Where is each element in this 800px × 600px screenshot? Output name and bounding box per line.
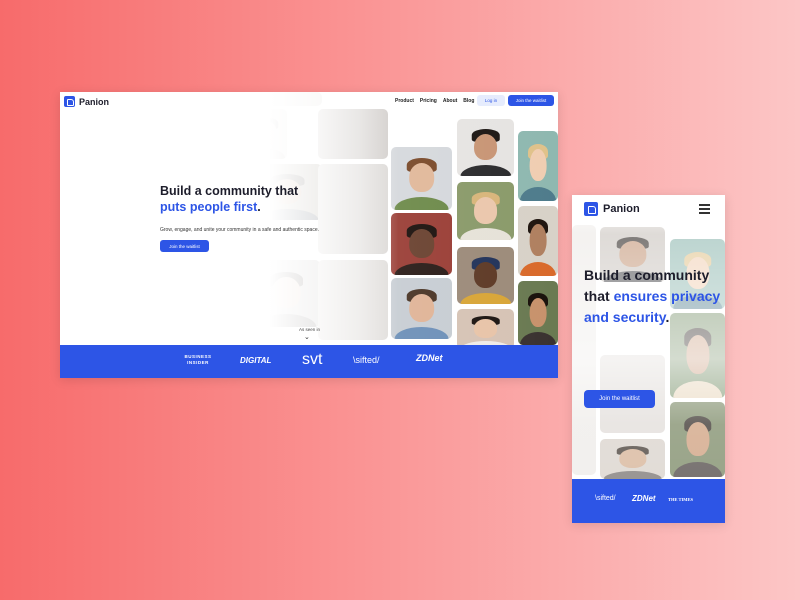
digital-logo: DIGITAL	[240, 356, 272, 365]
hero-subheadline: Grow, engage, and unite your community i…	[160, 227, 319, 233]
mobile-hero-headline: Build a community that ensures privacy a…	[584, 265, 724, 328]
photo-woman-curly	[518, 281, 558, 345]
svt-logo: svt	[302, 351, 323, 368]
mobile-sifted-logo: \sifted/	[595, 495, 616, 502]
nav-link-blog[interactable]: Blog	[463, 98, 474, 104]
photo-man-glasses	[391, 147, 452, 210]
photo-man-smiling	[457, 119, 514, 176]
photo-woman-bun	[391, 213, 452, 275]
mobile-join-waitlist-button[interactable]: Join the waitlist	[584, 390, 655, 408]
brand-name: Panion	[79, 96, 110, 107]
hero-headline-line1: Build a community that	[160, 184, 299, 198]
mobile-brand-name: Panion	[603, 203, 640, 215]
join-waitlist-button[interactable]: Join the waitlist	[160, 240, 209, 252]
photo-man-beret	[457, 247, 514, 304]
nav-links: Product Pricing About Blog	[395, 98, 474, 104]
m-photo-man-bottom	[600, 439, 665, 479]
mobile-headline-period: .	[665, 309, 670, 325]
mobile-zdnet-logo: ZDNet	[632, 494, 656, 503]
nav-link-product[interactable]: Product	[395, 98, 414, 104]
hero-headline: Build a community that puts people first…	[160, 183, 319, 215]
photo-woman-orange	[518, 206, 558, 276]
hero-headline-period: .	[257, 200, 261, 214]
press-bar: BUSINESS INSIDER DIGITAL svt \sifted/ ZD…	[60, 345, 558, 378]
top-nav: Panion Product Pricing About Blog Log in…	[60, 92, 558, 112]
mobile-brand-logo[interactable]: Panion	[584, 202, 640, 216]
panion-logo-icon	[584, 202, 598, 216]
hero-headline-accent: puts people first	[160, 200, 258, 214]
photo-woman-blonde-smiling	[518, 131, 558, 201]
login-button[interactable]: Log in	[477, 95, 505, 106]
desktop-mockup: Panion Product Pricing About Blog Log in…	[60, 92, 558, 378]
photo-woman-grey	[252, 260, 320, 327]
panion-logo-icon	[64, 96, 75, 107]
mobile-press-bar: \sifted/ ZDNet THE TIMES	[572, 479, 725, 523]
nav-link-pricing[interactable]: Pricing	[420, 98, 437, 104]
join-waitlist-nav-button[interactable]: Join the waitlist	[508, 95, 554, 106]
hero-text: Build a community that puts people first…	[160, 183, 319, 252]
sifted-logo: \sifted/	[353, 355, 380, 365]
photo-man-blue-shirt	[391, 278, 452, 339]
photo-woman-dark-hair	[252, 109, 287, 159]
mobile-the-times-logo: THE TIMES	[668, 497, 694, 502]
chevron-down-icon[interactable]: ⌄	[304, 333, 310, 341]
photo-woman-asian	[457, 309, 514, 349]
photo-woman-blonde	[457, 182, 514, 240]
business-insider-logo: BUSINESS INSIDER	[184, 354, 212, 365]
m-photo-faded-top	[572, 225, 596, 475]
as-seen-in-label: As seen in	[299, 327, 321, 332]
hamburger-menu-icon[interactable]	[699, 204, 710, 216]
zdnet-logo: ZDNet	[416, 353, 443, 363]
photo-faded-left	[318, 109, 388, 159]
brand-logo[interactable]: Panion	[64, 96, 109, 107]
nav-link-about[interactable]: About	[443, 98, 457, 104]
m-photo-woman-curly	[670, 402, 725, 477]
photo-faded-mid	[318, 164, 388, 254]
photo-faded-bottom	[318, 260, 388, 340]
mobile-mockup: Panion Build a community that ensures pr…	[572, 195, 725, 523]
